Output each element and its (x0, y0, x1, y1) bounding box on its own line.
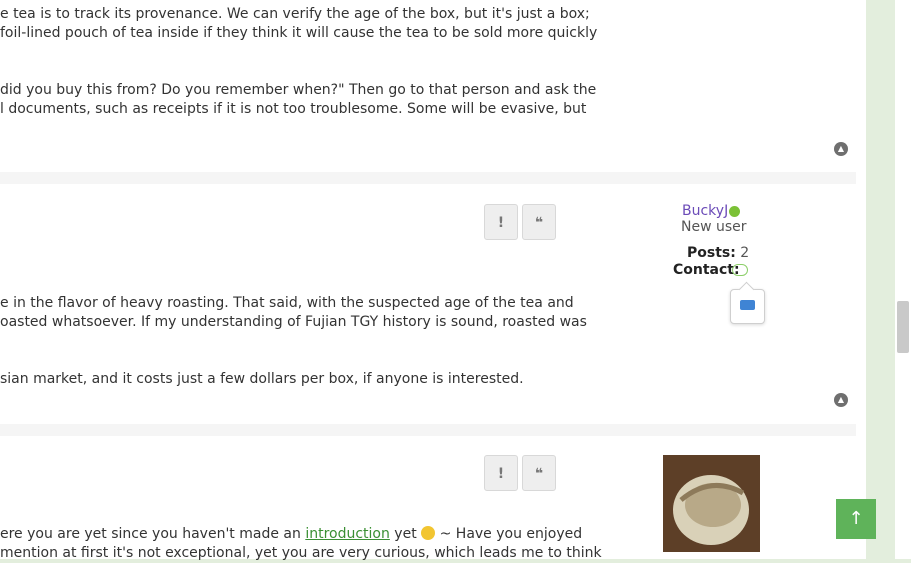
post-count-label: Posts: (687, 245, 736, 261)
post-text: ere you are yet since you haven't made a… (0, 526, 306, 542)
post-text: yet (389, 526, 417, 542)
contact-chat-icon[interactable] (732, 264, 748, 276)
quote-button[interactable]: ❝ (522, 204, 556, 240)
online-status-icon (729, 206, 740, 217)
post-author-username[interactable]: BuckyJ (682, 203, 728, 219)
post-text-line: e in the flavor of heavy roasting. That … (0, 295, 574, 311)
avatar (663, 455, 760, 552)
private-message-icon[interactable] (740, 300, 755, 310)
post-text-line: e tea is to track its provenance. We can… (0, 6, 590, 22)
post-text-line: foil-lined pouch of tea inside if they t… (0, 25, 598, 41)
smiley-icon (421, 526, 436, 540)
post-text-line: l documents, such as receipts if it is n… (0, 101, 587, 117)
post-text: ~ Have you enjoyed (435, 526, 583, 542)
report-button[interactable]: ! (484, 204, 518, 240)
post-count-value: 2 (740, 245, 750, 261)
page-gutter (856, 0, 866, 559)
report-button[interactable]: ! (484, 455, 518, 491)
scrollbar[interactable] (895, 0, 911, 559)
contact-popup (730, 289, 765, 324)
quote-button[interactable]: ❝ (522, 455, 556, 491)
back-to-top-icon[interactable]: ▲ (834, 393, 848, 407)
post: e tea is to track its provenance. We can… (0, 0, 856, 172)
post-text-line: mention at first it's not exceptional, y… (0, 545, 602, 561)
post-text-line: sian market, and it costs just a few dol… (0, 371, 524, 387)
introduction-link[interactable]: introduction (305, 526, 390, 542)
post-text-line: ere you are yet since you haven't made a… (0, 525, 582, 544)
post-text-line: did you buy this from? Do you remember w… (0, 82, 597, 98)
scrollbar-thumb[interactable] (897, 301, 909, 353)
contact-label: Contact: (673, 262, 740, 278)
back-to-top-icon[interactable]: ▲ (834, 142, 848, 156)
scroll-to-top-button[interactable]: ↑ (836, 499, 876, 539)
tea-bowl-image (663, 455, 760, 552)
post-count: Posts: 2 (687, 245, 749, 261)
user-rank: New user (681, 219, 747, 235)
post-text-line: oasted whatsoever. If my understanding o… (0, 314, 587, 330)
